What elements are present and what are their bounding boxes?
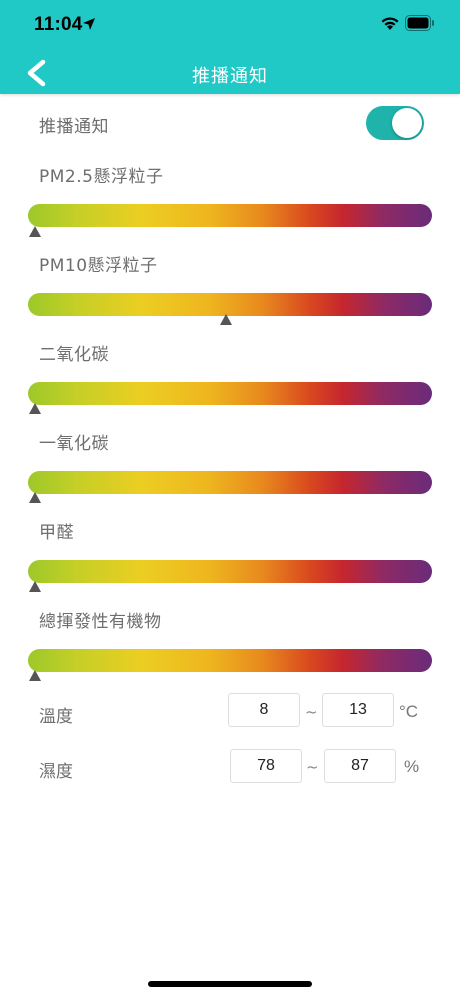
formaldehyde-gradient-bar[interactable] <box>28 560 432 583</box>
tvoc-threshold-marker[interactable] <box>29 670 41 681</box>
slider-label-co2: 二氧化碳 <box>39 345 109 365</box>
wifi-icon <box>381 17 399 30</box>
status-time: 11:04 <box>34 14 83 35</box>
pm25-gradient-bar[interactable] <box>28 204 432 227</box>
status-bar: 11:04 <box>0 0 460 50</box>
co2-gradient-bar[interactable] <box>28 382 432 405</box>
co2-threshold-marker[interactable] <box>29 403 41 414</box>
formaldehyde-threshold-marker[interactable] <box>29 581 41 592</box>
humidity-label: 濕度 <box>39 762 73 782</box>
humidity-min-input[interactable]: 78 <box>230 749 302 783</box>
push-notification-label: 推播通知 <box>39 117 109 137</box>
toggle-knob <box>392 108 422 138</box>
slider-label-formaldehyde: 甲醛 <box>39 523 74 543</box>
battery-icon <box>405 15 434 31</box>
co-threshold-marker[interactable] <box>29 492 41 503</box>
slider-label-pm10: PM10懸浮粒子 <box>39 256 158 276</box>
slider-label-tvoc: 總揮發性有機物 <box>39 612 162 632</box>
slider-label-pm25: PM2.5懸浮粒子 <box>39 167 164 187</box>
humidity-unit: % <box>404 757 420 776</box>
temperature-min-input[interactable]: 8 <box>228 693 300 727</box>
push-notification-toggle[interactable] <box>366 106 424 140</box>
location-arrow-icon <box>83 18 95 30</box>
pm10-threshold-marker[interactable] <box>220 314 233 325</box>
temperature-range-separator: ~ <box>305 703 318 721</box>
tvoc-gradient-bar[interactable] <box>28 649 432 672</box>
temperature-max-input[interactable]: 13 <box>322 693 394 727</box>
page-title: 推播通知 <box>192 66 268 87</box>
humidity-range-separator: ~ <box>306 758 319 776</box>
temperature-label: 溫度 <box>39 707 73 727</box>
home-indicator <box>148 981 312 987</box>
humidity-max-input[interactable]: 87 <box>324 749 396 783</box>
temperature-unit: °C <box>399 702 419 721</box>
pm10-gradient-bar[interactable] <box>28 293 432 316</box>
slider-label-co: 一氧化碳 <box>39 434 109 454</box>
pm25-threshold-marker[interactable] <box>29 226 41 237</box>
app-header: 11:04 推播通知 <box>0 0 460 94</box>
co-gradient-bar[interactable] <box>28 471 432 494</box>
